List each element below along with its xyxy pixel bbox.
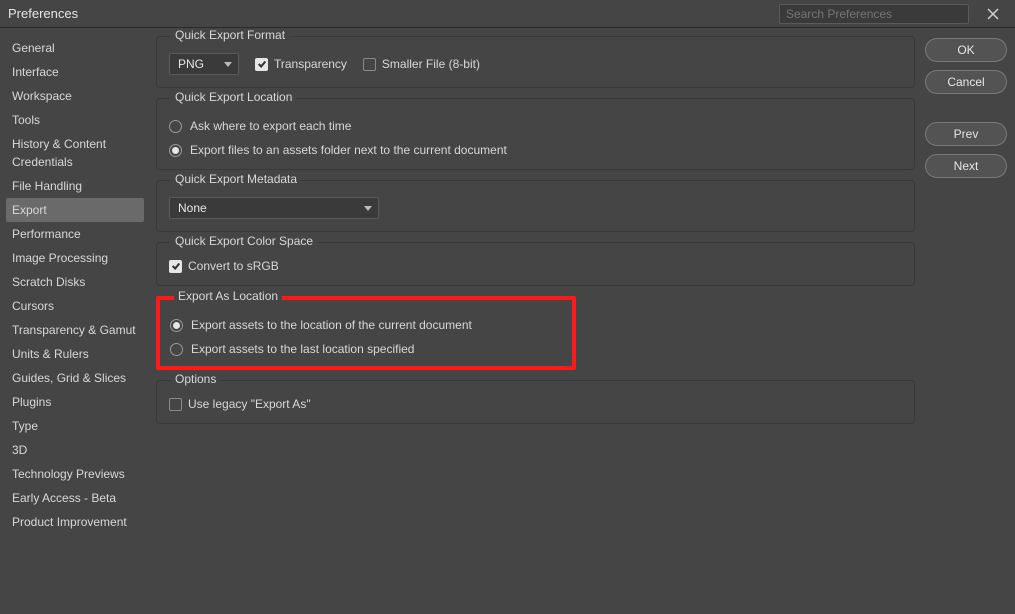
sidebar: GeneralInterfaceWorkspaceToolsHistory & … [0,28,150,614]
sidebar-item-tools[interactable]: Tools [6,108,144,132]
search-input[interactable] [779,4,969,24]
transparency-label: Transparency [274,57,347,71]
radio-current-document-location[interactable]: Export assets to the location of the cur… [170,318,562,332]
sidebar-item-file-handling[interactable]: File Handling [6,174,144,198]
section-legend: Options [171,372,220,386]
sidebar-item-technology-previews[interactable]: Technology Previews [6,462,144,486]
radio-label: Export files to an assets folder next to… [190,143,507,157]
radio-label: Ask where to export each time [190,119,351,133]
section-export-as-location: Export As Location Export assets to the … [156,296,576,370]
sidebar-item-transparency-gamut[interactable]: Transparency & Gamut [6,318,144,342]
cancel-button[interactable]: Cancel [925,70,1007,94]
section-quick-export-color-space: Quick Export Color Space Convert to sRGB [156,242,915,286]
content-pane: Quick Export Format PNG Transparency Sma… [150,28,925,614]
sidebar-item-image-processing[interactable]: Image Processing [6,246,144,270]
radio-last-location[interactable]: Export assets to the last location speci… [170,342,562,356]
radio-label: Export assets to the location of the cur… [191,318,472,332]
legacy-export-as-label: Use legacy "Export As" [188,397,311,411]
smaller-file-checkbox[interactable]: Smaller File (8-bit) [363,57,480,71]
radio-assets-folder[interactable]: Export files to an assets folder next to… [169,143,902,157]
sidebar-item-product-improvement[interactable]: Product Improvement [6,510,144,534]
smaller-file-label: Smaller File (8-bit) [382,57,480,71]
metadata-select-value: None [178,201,207,215]
section-legend: Quick Export Color Space [171,234,317,248]
sidebar-item-interface[interactable]: Interface [6,60,144,84]
sidebar-item-early-access-beta[interactable]: Early Access - Beta [6,486,144,510]
section-legend: Quick Export Location [171,90,296,104]
section-quick-export-format: Quick Export Format PNG Transparency Sma… [156,36,915,88]
section-legend: Export As Location [174,289,282,303]
radio-ask-where[interactable]: Ask where to export each time [169,119,902,133]
sidebar-item-scratch-disks[interactable]: Scratch Disks [6,270,144,294]
convert-srgb-checkbox[interactable]: Convert to sRGB [169,259,279,273]
titlebar: Preferences [0,0,1015,28]
format-select-value: PNG [178,57,204,71]
sidebar-item-history-content-credentials[interactable]: History & Content Credentials [6,132,144,174]
section-legend: Quick Export Format [171,28,289,42]
sidebar-item-performance[interactable]: Performance [6,222,144,246]
sidebar-item-units-rulers[interactable]: Units & Rulers [6,342,144,366]
sidebar-item-type[interactable]: Type [6,414,144,438]
section-options: Options Use legacy "Export As" [156,380,915,424]
metadata-select[interactable]: None [169,197,379,219]
sidebar-item-general[interactable]: General [6,36,144,60]
format-select[interactable]: PNG [169,53,239,75]
window-title: Preferences [8,6,78,21]
sidebar-item-plugins[interactable]: Plugins [6,390,144,414]
legacy-export-as-checkbox[interactable]: Use legacy "Export As" [169,397,311,411]
sidebar-item-3d[interactable]: 3D [6,438,144,462]
section-quick-export-location: Quick Export Location Ask where to expor… [156,98,915,170]
action-buttons: OK Cancel Prev Next [925,28,1015,614]
prev-button[interactable]: Prev [925,122,1007,146]
close-button[interactable] [979,0,1007,28]
sidebar-item-guides-grid-slices[interactable]: Guides, Grid & Slices [6,366,144,390]
convert-srgb-label: Convert to sRGB [188,259,279,273]
section-legend: Quick Export Metadata [171,172,301,186]
ok-button[interactable]: OK [925,38,1007,62]
sidebar-item-workspace[interactable]: Workspace [6,84,144,108]
sidebar-item-cursors[interactable]: Cursors [6,294,144,318]
section-quick-export-metadata: Quick Export Metadata None [156,180,915,232]
sidebar-item-export[interactable]: Export [6,198,144,222]
next-button[interactable]: Next [925,154,1007,178]
radio-label: Export assets to the last location speci… [191,342,414,356]
transparency-checkbox[interactable]: Transparency [255,57,347,71]
close-icon [986,7,1000,21]
